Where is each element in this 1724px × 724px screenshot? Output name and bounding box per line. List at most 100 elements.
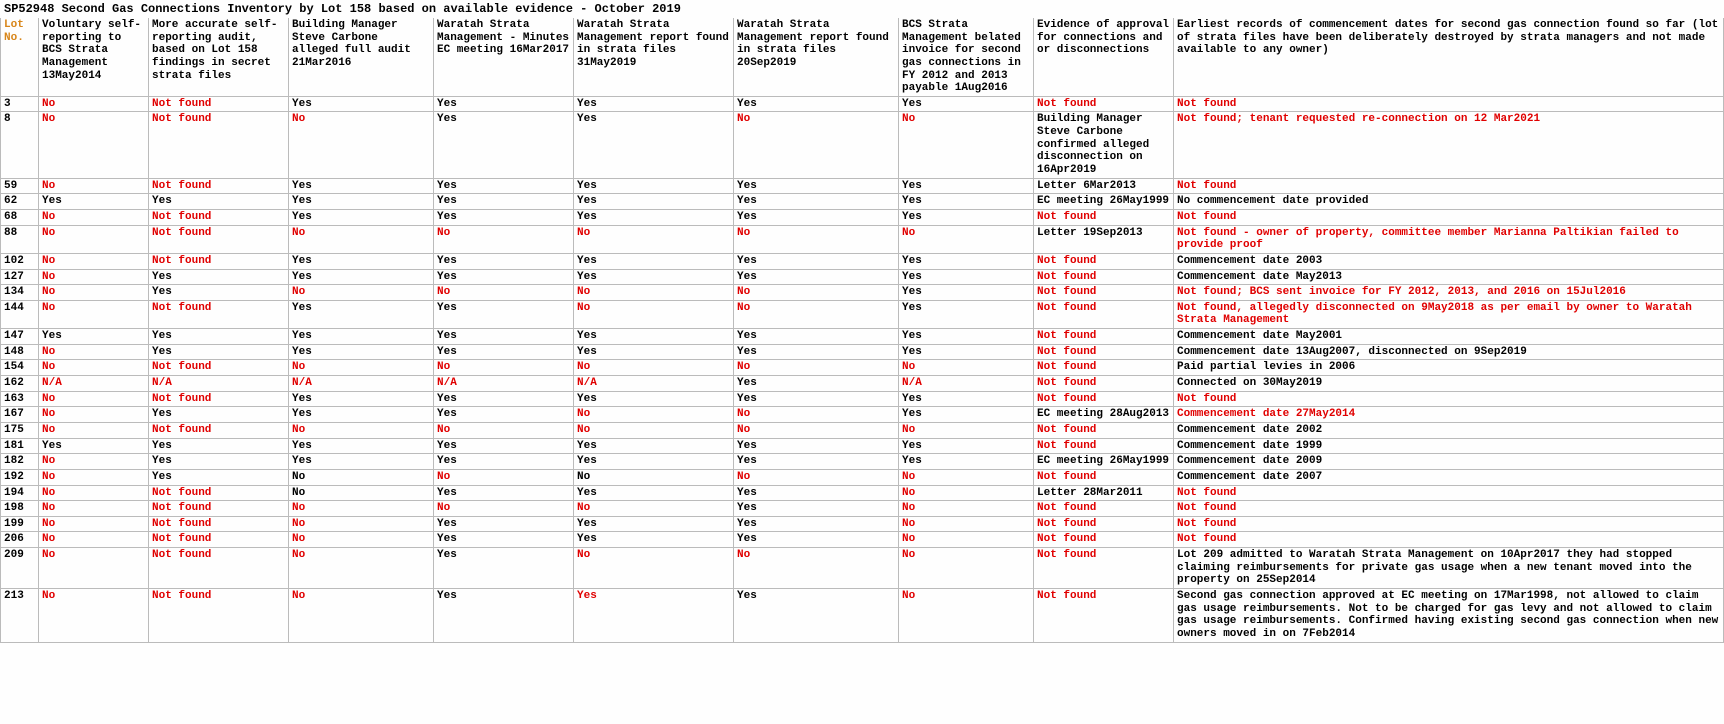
cell: Not found xyxy=(149,516,289,532)
cell: No xyxy=(899,548,1034,589)
cell: Yes xyxy=(289,178,434,194)
cell: Not found xyxy=(1034,469,1174,485)
cell: Yes xyxy=(574,454,734,470)
cell: Not found xyxy=(1174,532,1724,548)
cell: No xyxy=(39,344,149,360)
header-row: Lot No. Voluntary self-reporting to BCS … xyxy=(1,18,1724,96)
cell: Yes xyxy=(574,112,734,178)
cell: Yes xyxy=(434,209,574,225)
cell: No xyxy=(39,112,149,178)
cell: No xyxy=(39,225,149,253)
cell: No xyxy=(289,532,434,548)
table-row: 62YesYesYesYesYesYesYesEC meeting 26May1… xyxy=(1,194,1724,210)
cell-lot: 199 xyxy=(1,516,39,532)
page-title: SP52948 Second Gas Connections Inventory… xyxy=(0,0,1724,18)
cell: No xyxy=(574,360,734,376)
cell: Yes xyxy=(149,329,289,345)
cell: No xyxy=(574,469,734,485)
cell: Yes xyxy=(434,329,574,345)
cell: Not found xyxy=(1034,588,1174,642)
header-lot: Lot No. xyxy=(1,18,39,96)
cell: Yes xyxy=(149,269,289,285)
cell: Not found xyxy=(1034,438,1174,454)
cell: N/A xyxy=(899,376,1034,392)
cell: No xyxy=(434,501,574,517)
cell: No xyxy=(434,285,574,301)
cell-lot: 144 xyxy=(1,300,39,328)
cell: No xyxy=(574,422,734,438)
cell: Yes xyxy=(289,438,434,454)
cell: No xyxy=(289,516,434,532)
cell: Yes xyxy=(149,469,289,485)
cell: No xyxy=(289,469,434,485)
cell: Yes xyxy=(39,194,149,210)
cell: Yes xyxy=(899,209,1034,225)
table-row: 102NoNot foundYesYesYesYesYesNot foundCo… xyxy=(1,253,1724,269)
cell: No xyxy=(39,285,149,301)
cell: Yes xyxy=(734,376,899,392)
table-row: 8NoNot foundNoYesYesNoNoBuilding Manager… xyxy=(1,112,1724,178)
cell: Lot 209 admitted to Waratah Strata Manag… xyxy=(1174,548,1724,589)
cell: Not found xyxy=(149,112,289,178)
cell-lot: 148 xyxy=(1,344,39,360)
cell: No xyxy=(289,485,434,501)
cell: No xyxy=(434,469,574,485)
cell: Yes xyxy=(899,269,1034,285)
table-row: 206NoNot foundNoYesYesYesNoNot foundNot … xyxy=(1,532,1724,548)
cell: Yes xyxy=(434,194,574,210)
cell: N/A xyxy=(39,376,149,392)
cell: Yes xyxy=(434,253,574,269)
cell: Not found xyxy=(1034,422,1174,438)
cell: Not found xyxy=(1174,516,1724,532)
cell: No xyxy=(289,548,434,589)
cell: Yes xyxy=(574,438,734,454)
cell: Not found xyxy=(1034,329,1174,345)
table-row: 182NoYesYesYesYesYesYesEC meeting 26May1… xyxy=(1,454,1724,470)
cell: Yes xyxy=(39,329,149,345)
cell: No xyxy=(574,285,734,301)
cell-lot: 88 xyxy=(1,225,39,253)
cell: Not found xyxy=(149,96,289,112)
cell: No xyxy=(734,300,899,328)
cell: No xyxy=(899,112,1034,178)
cell: No xyxy=(289,360,434,376)
cell: No xyxy=(39,96,149,112)
cell: Yes xyxy=(289,344,434,360)
cell: No xyxy=(434,225,574,253)
cell: Not found xyxy=(149,501,289,517)
cell: Yes xyxy=(434,438,574,454)
cell: Yes xyxy=(434,269,574,285)
cell: Yes xyxy=(149,438,289,454)
cell: No xyxy=(734,469,899,485)
cell: Paid partial levies in 2006 xyxy=(1174,360,1724,376)
cell: Not found xyxy=(149,253,289,269)
table-row: 127NoYesYesYesYesYesYesNot foundCommence… xyxy=(1,269,1724,285)
table-row: 192NoYesNoNoNoNoNoNot foundCommencement … xyxy=(1,469,1724,485)
cell: Not found xyxy=(149,360,289,376)
cell: Not found xyxy=(149,588,289,642)
cell: Yes xyxy=(39,438,149,454)
cell: Not found xyxy=(1034,360,1174,376)
cell: Not found xyxy=(149,422,289,438)
cell: Yes xyxy=(574,253,734,269)
cell: Yes xyxy=(434,407,574,423)
cell: Not found - owner of property, committee… xyxy=(1174,225,1724,253)
cell: No xyxy=(734,112,899,178)
cell: No xyxy=(39,516,149,532)
cell: Yes xyxy=(734,391,899,407)
cell: Not found xyxy=(1034,391,1174,407)
cell: Yes xyxy=(434,300,574,328)
cell: Yes xyxy=(734,329,899,345)
cell: Yes xyxy=(434,532,574,548)
cell: N/A xyxy=(574,376,734,392)
cell: Commencement date 2007 xyxy=(1174,469,1724,485)
cell: EC meeting 26May1999 xyxy=(1034,194,1174,210)
cell: Yes xyxy=(734,178,899,194)
cell: No xyxy=(574,300,734,328)
cell: Not found xyxy=(149,485,289,501)
cell-lot: 198 xyxy=(1,501,39,517)
cell: Yes xyxy=(734,253,899,269)
cell: No xyxy=(434,422,574,438)
cell: No xyxy=(899,516,1034,532)
cell: Commencement date 27May2014 xyxy=(1174,407,1724,423)
